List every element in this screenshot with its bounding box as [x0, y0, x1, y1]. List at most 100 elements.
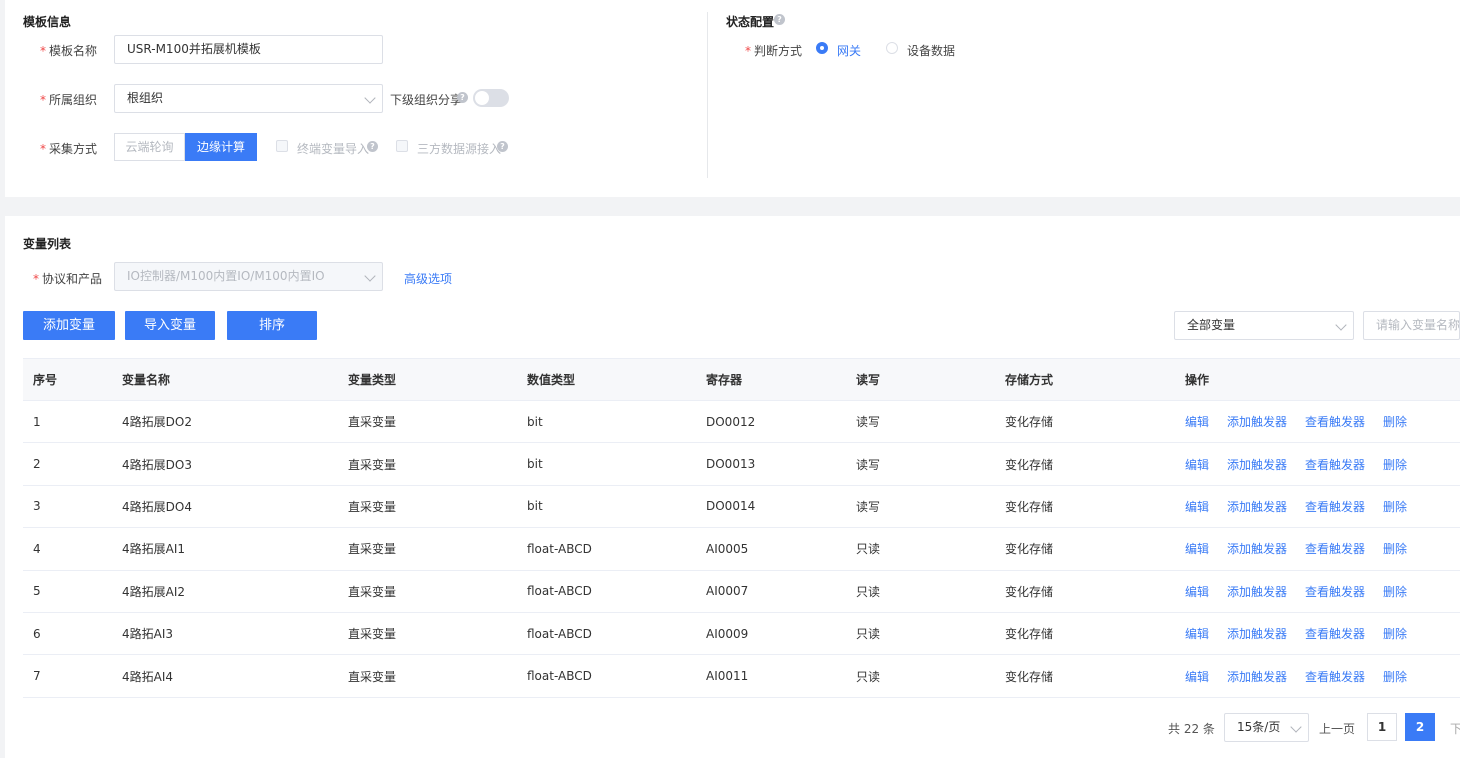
view-trigger-link[interactable]: 查看触发器 — [1305, 585, 1365, 599]
page-2-button[interactable]: 2 — [1405, 713, 1435, 741]
radio-gateway[interactable] — [816, 42, 828, 54]
collect-option-edge[interactable]: 边缘计算 — [185, 133, 257, 161]
terminal-import-checkbox[interactable] — [276, 140, 288, 152]
cell-read-write: 只读 — [846, 612, 995, 656]
col-read-write: 读写 — [846, 358, 995, 401]
protocol-label: * 协议和产品 — [33, 272, 103, 286]
cell-actions: 编辑 添加触发器 查看触发器 删除 — [1175, 527, 1460, 571]
cell-actions: 编辑 添加触发器 查看触发器 删除 — [1175, 612, 1460, 656]
table-body: 1 4路拓展DO2 直采变量 bit DO0012 读写 变化存储 编辑 添加触发器 查看触发器删… — [23, 400, 1460, 698]
cell-var-name: 4路拓展AI2 — [112, 570, 338, 613]
radio-device-data[interactable] — [886, 42, 898, 54]
sort-button[interactable]: 排序 — [227, 311, 317, 340]
delete-link[interactable]: 删除 — [1383, 627, 1407, 641]
collect-label: * 采集方式 — [40, 142, 98, 156]
delete-link[interactable]: 删除 — [1383, 500, 1407, 514]
variable-filter-select[interactable]: 全部变量 — [1174, 311, 1354, 340]
add-trigger-link[interactable]: 添加触发器 — [1227, 415, 1287, 429]
page-size-select[interactable]: 15条/页 — [1224, 713, 1309, 742]
advanced-options-link[interactable]: 高级选项 — [404, 270, 452, 287]
table-row: 2 4路拓展DO3 直采变量 bit DO0013 读写 变化存储 编辑 添加触发器 查看触发器 删… — [23, 442, 1460, 486]
col-value-type: 数值类型 — [517, 358, 696, 401]
cell-storage: 变化存储 — [995, 442, 1175, 486]
org-label: * 所属组织 — [40, 93, 98, 107]
org-select-value: 根组织 — [127, 91, 164, 105]
edit-link[interactable]: 编辑 — [1185, 627, 1209, 641]
help-icon: ? — [367, 141, 378, 152]
table-row: 7 4路拓AI4 直采变量 float-ABCD AI0011 只读 变化存储 编辑 添加触发器… — [23, 654, 1460, 698]
delete-link[interactable]: 删除 — [1383, 542, 1407, 556]
radio-gateway-label[interactable]: 网关 — [837, 42, 861, 59]
cell-var-type: 直采变量 — [338, 527, 517, 571]
section-divider — [707, 12, 708, 178]
collect-option-cloud[interactable]: 云端轮询 — [114, 133, 185, 161]
cell-storage: 变化存储 — [995, 570, 1175, 613]
radio-device-data-label[interactable]: 设备数据 — [907, 42, 955, 59]
delete-link[interactable]: 删除 — [1383, 585, 1407, 599]
cell-read-write: 读写 — [846, 442, 995, 486]
judge-label: * 判断方式 — [745, 44, 803, 58]
delete-link[interactable]: 删除 — [1383, 670, 1407, 684]
page-1-button[interactable]: 1 — [1367, 713, 1397, 741]
help-icon: ? — [497, 141, 508, 152]
edit-link[interactable]: 编辑 — [1185, 542, 1209, 556]
cell-var-name: 4路拓展AI1 — [112, 527, 338, 571]
add-trigger-link[interactable]: 添加触发器 — [1227, 585, 1287, 599]
delete-link[interactable]: 删除 — [1383, 415, 1407, 429]
view-trigger-link[interactable]: 查看触发器 — [1305, 458, 1365, 472]
add-trigger-link[interactable]: 添加触发器 — [1227, 542, 1287, 556]
cell-storage: 变化存储 — [995, 400, 1175, 444]
cell-var-name: 4路拓AI3 — [112, 612, 338, 656]
edit-link[interactable]: 编辑 — [1185, 670, 1209, 684]
cell-read-write: 读写 — [846, 400, 995, 444]
col-var-type: 变量类型 — [338, 358, 517, 401]
cell-var-name: 4路拓AI4 — [112, 654, 338, 698]
edit-link[interactable]: 编辑 — [1185, 500, 1209, 514]
chevron-down-icon — [364, 270, 376, 282]
cell-actions: 编辑 添加触发器 查看触发器 删除 — [1175, 570, 1460, 613]
view-trigger-link[interactable]: 查看触发器 — [1305, 670, 1365, 684]
chevron-down-icon — [1290, 721, 1302, 733]
cell-var-name: 4路拓展DO3 — [112, 442, 338, 486]
cell-value-type: bit — [517, 442, 696, 486]
third-party-checkbox[interactable] — [396, 140, 408, 152]
cell-value-type: bit — [517, 485, 696, 529]
add-trigger-link[interactable]: 添加触发器 — [1227, 458, 1287, 472]
cell-storage: 变化存储 — [995, 527, 1175, 571]
edit-link[interactable]: 编辑 — [1185, 585, 1209, 599]
add-trigger-link[interactable]: 添加触发器 — [1227, 670, 1287, 684]
toggle-knob — [475, 91, 489, 105]
cell-read-write: 只读 — [846, 527, 995, 571]
table-row: 1 4路拓展DO2 直采变量 bit DO0012 读写 变化存储 编辑 添加触发器 查看触发器 删… — [23, 400, 1460, 444]
view-trigger-link[interactable]: 查看触发器 — [1305, 415, 1365, 429]
third-party-label: 三方数据源接入 — [417, 142, 502, 156]
cell-index: 5 — [23, 570, 112, 613]
col-index: 序号 — [23, 358, 112, 401]
org-select[interactable]: 根组织 — [114, 84, 383, 113]
protocol-select-value: IO控制器/M100内置IO/M100内置IO — [127, 269, 325, 283]
col-register: 寄存器 — [696, 358, 846, 401]
delete-link[interactable]: 删除 — [1383, 458, 1407, 472]
view-trigger-link[interactable]: 查看触发器 — [1305, 500, 1365, 514]
sub-share-toggle[interactable] — [473, 89, 509, 107]
cell-index: 6 — [23, 612, 112, 656]
variable-search-input[interactable]: 请输入变量名称 — [1363, 311, 1460, 340]
next-page-button[interactable]: 下 — [1450, 720, 1460, 737]
cell-storage: 变化存储 — [995, 654, 1175, 698]
terminal-import-label: 终端变量导入 — [297, 142, 370, 156]
sub-share-label: 下级组织分享 — [390, 93, 463, 107]
edit-link[interactable]: 编辑 — [1185, 415, 1209, 429]
cell-value-type: bit — [517, 400, 696, 444]
view-trigger-link[interactable]: 查看触发器 — [1305, 542, 1365, 556]
template-name-input[interactable]: USR-M100并拓展机模板 — [114, 35, 383, 64]
view-trigger-link[interactable]: 查看触发器 — [1305, 627, 1365, 641]
protocol-select[interactable]: IO控制器/M100内置IO/M100内置IO — [114, 262, 383, 291]
cell-register: DO0013 — [696, 442, 846, 486]
prev-page-button[interactable]: 上一页 — [1319, 720, 1355, 737]
import-variable-button[interactable]: 导入变量 — [125, 311, 215, 340]
add-trigger-link[interactable]: 添加触发器 — [1227, 627, 1287, 641]
help-icon: ? — [774, 14, 785, 25]
edit-link[interactable]: 编辑 — [1185, 458, 1209, 472]
add-trigger-link[interactable]: 添加触发器 — [1227, 500, 1287, 514]
add-variable-button[interactable]: 添加变量 — [23, 311, 115, 340]
